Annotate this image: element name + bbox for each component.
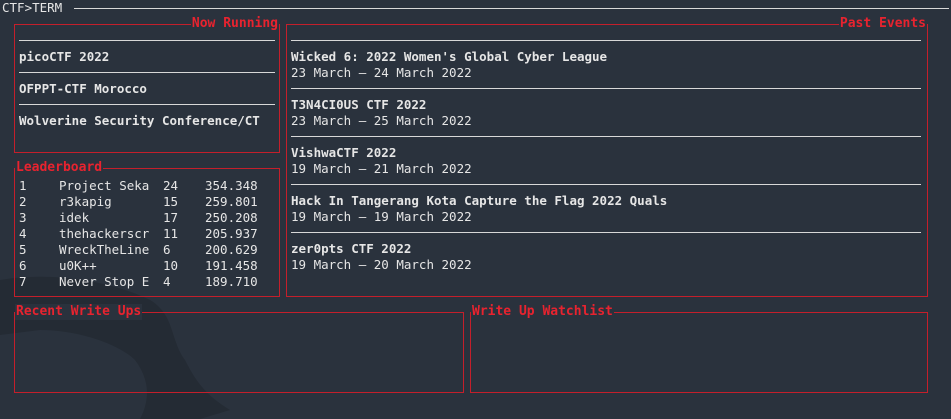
recent-writeups-title: Recent Write Ups (15, 304, 143, 320)
score-cell: 205.937 (205, 226, 258, 241)
event-name: Wolverine Security Conference/CT (19, 113, 260, 128)
recent-writeups-panel: Recent Write Ups (14, 304, 464, 393)
list-item[interactable]: Wicked 6: 2022 Women's Global Cyber Leag… (291, 40, 921, 88)
leaderboard-table: 1 Project Seka 24 354.348 2 r3kapig 15 2… (19, 178, 274, 290)
event-dates: 19 March — 19 March 2022 (291, 209, 472, 224)
table-row[interactable]: 7 Never Stop E 4 189.710 (19, 274, 274, 290)
rank-cell: 3 (19, 210, 27, 225)
table-row[interactable]: 4 thehackerscr 11 205.937 (19, 226, 274, 242)
list-item[interactable]: picoCTF 2022 (19, 40, 275, 72)
app-title: CTF>TERM (2, 0, 63, 15)
team-cell: Project Seka (59, 178, 150, 193)
list-item[interactable]: Wolverine Security Conference/CT (19, 104, 275, 136)
score-cell: 200.629 (205, 242, 258, 257)
event-dates: 19 March — 21 March 2022 (291, 161, 472, 176)
rank-cell: 6 (19, 258, 27, 273)
title-divider (74, 8, 949, 9)
count-cell: 4 (163, 274, 171, 289)
table-row[interactable]: 6 u0K++ 10 191.458 (19, 258, 274, 274)
now-running-title: Now Running (190, 16, 279, 32)
team-cell: r3kapig (59, 194, 112, 209)
event-name: Wicked 6: 2022 Women's Global Cyber Leag… (291, 49, 608, 64)
list-item[interactable]: zer0pts CTF 2022 19 March — 20 March 202… (291, 232, 921, 280)
score-cell: 354.348 (205, 178, 258, 193)
event-name: OFPPT-CTF Morocco (19, 81, 147, 96)
count-cell: 17 (163, 210, 179, 225)
past-events-title: Past Events (838, 16, 927, 32)
count-cell: 6 (163, 242, 171, 257)
count-cell: 11 (163, 226, 179, 241)
watchlist-panel: Write Up Watchlist (470, 304, 928, 393)
event-dates: 19 March — 20 March 2022 (291, 257, 472, 272)
score-cell: 191.458 (205, 258, 258, 273)
leaderboard-panel: Leaderboard 1 Project Seka 24 354.348 2 … (14, 160, 280, 297)
past-events-panel: Past Events Wicked 6: 2022 Women's Globa… (286, 16, 928, 297)
past-events-list: Wicked 6: 2022 Women's Global Cyber Leag… (291, 40, 921, 280)
team-cell: idek (59, 210, 90, 225)
table-row[interactable]: 5 WreckTheLine 6 200.629 (19, 242, 274, 258)
team-cell: u0K++ (59, 258, 97, 273)
score-cell: 189.710 (205, 274, 258, 289)
rank-cell: 7 (19, 274, 27, 289)
count-cell: 15 (163, 194, 179, 209)
app-title-bar: CTF>TERM (2, 0, 949, 18)
count-cell: 24 (163, 178, 179, 193)
table-row[interactable]: 1 Project Seka 24 354.348 (19, 178, 274, 194)
score-cell: 259.801 (205, 194, 258, 209)
table-row[interactable]: 2 r3kapig 15 259.801 (19, 194, 274, 210)
table-row[interactable]: 3 idek 17 250.208 (19, 210, 274, 226)
team-cell: Never Stop E (59, 274, 150, 289)
list-item[interactable]: T3N4CI0US CTF 2022 23 March — 25 March 2… (291, 88, 921, 136)
event-name: Hack In Tangerang Kota Capture the Flag … (291, 193, 668, 208)
watchlist-title: Write Up Watchlist (471, 304, 614, 320)
list-item[interactable]: Hack In Tangerang Kota Capture the Flag … (291, 184, 921, 232)
rank-cell: 1 (19, 178, 27, 193)
leaderboard-title: Leaderboard (15, 160, 104, 176)
team-cell: thehackerscr (59, 226, 150, 241)
rank-cell: 5 (19, 242, 27, 257)
event-name: VishwaCTF 2022 (291, 145, 397, 160)
score-cell: 250.208 (205, 210, 258, 225)
now-running-panel: Now Running picoCTF 2022 OFPPT-CTF Moroc… (14, 16, 280, 153)
event-dates: 23 March — 25 March 2022 (291, 113, 472, 128)
list-item[interactable]: VishwaCTF 2022 19 March — 21 March 2022 (291, 136, 921, 184)
rank-cell: 4 (19, 226, 27, 241)
rank-cell: 2 (19, 194, 27, 209)
event-name: zer0pts CTF 2022 (291, 241, 412, 256)
now-running-list: picoCTF 2022 OFPPT-CTF Morocco Wolverine… (19, 40, 275, 136)
event-name: T3N4CI0US CTF 2022 (291, 97, 427, 112)
count-cell: 10 (163, 258, 179, 273)
team-cell: WreckTheLine (59, 242, 150, 257)
event-name: picoCTF 2022 (19, 49, 110, 64)
event-dates: 23 March — 24 March 2022 (291, 65, 472, 80)
list-item[interactable]: OFPPT-CTF Morocco (19, 72, 275, 104)
